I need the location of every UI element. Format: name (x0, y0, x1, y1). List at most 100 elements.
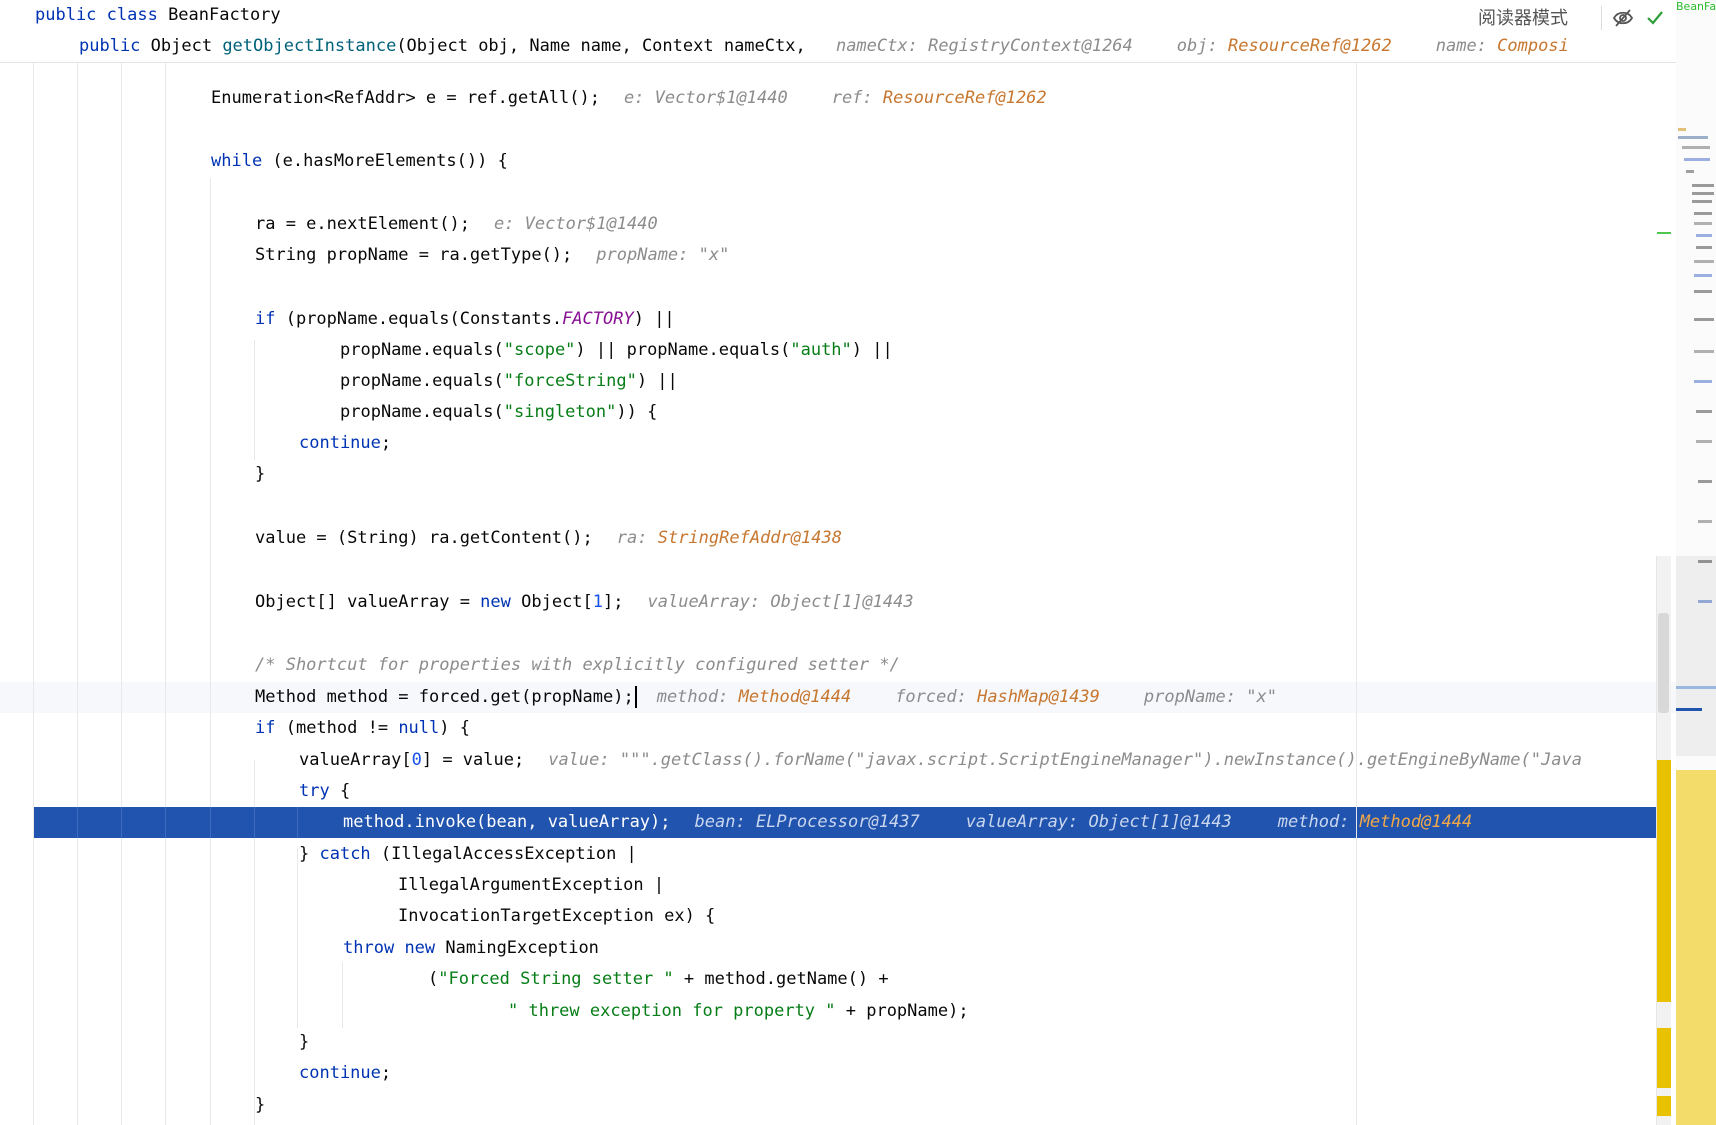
minimap[interactable]: BeanFa (1676, 0, 1716, 1125)
code-line[interactable]: /* Shortcut for properties with explicit… (0, 650, 1716, 681)
reader-mode-button[interactable]: 阅读器模式 (1478, 6, 1568, 32)
code-text: propName.equals( (340, 340, 504, 360)
sticky-method-line[interactable]: public Object getObjectInstance(Object o… (0, 31, 1716, 62)
indent-guide (165, 62, 166, 1125)
code-line[interactable]: if (method != null) { (0, 713, 1716, 744)
checkmark-icon[interactable] (1645, 8, 1665, 28)
toolbar-separator (1601, 6, 1602, 30)
inline-hint: propName: "x" (596, 245, 730, 265)
code-text: InvocationTargetException ex) { (398, 906, 716, 926)
code-text: (IllegalAccessException | (370, 844, 637, 864)
string-literal: "Forced String setter " (438, 969, 674, 989)
sticky-scroll-header: public class BeanFactory public Object g… (0, 0, 1676, 63)
code-line[interactable]: propName.equals("singleton")) { (0, 397, 1716, 428)
code-line[interactable]: Object[] valueArray = new Object[1]; valu… (0, 587, 1716, 618)
inline-hint-value: HashMap@1439 (977, 687, 1100, 707)
code-text: } (299, 1032, 310, 1052)
code-text: )) { (616, 402, 658, 422)
code-line[interactable]: } catch (IllegalAccessException | (0, 839, 1716, 870)
code-text: ) || (636, 371, 678, 391)
inline-hint: valueArray: Object[1]@1443 (965, 812, 1232, 832)
string-literal: "auth" (790, 340, 852, 360)
string-literal: " threw exception for property " (508, 1001, 836, 1021)
string-literal: "forceString" (503, 371, 637, 391)
code-line[interactable]: throw new NamingException (0, 933, 1716, 964)
code-text: + method.getName() + (673, 969, 889, 989)
code-line-execution-point[interactable]: method.invoke(bean, valueArray); bean: EL… (0, 807, 1716, 838)
static-field: FACTORY (562, 309, 634, 329)
hint-value: RegistryContext@1264 (928, 36, 1133, 56)
inline-hint: value: """.getClass().forName("javax.scr… (548, 750, 1582, 770)
code-text: (e.hasMoreElements()) { (262, 151, 508, 171)
class-name: BeanFactory (168, 5, 281, 25)
keyword: continue (299, 1063, 381, 1083)
code-line[interactable]: } (0, 1027, 1716, 1058)
code-line[interactable]: " threw exception for property " + propN… (0, 996, 1716, 1027)
code-text: Method method = forced.get(propName); (255, 687, 634, 707)
inline-hint: bean: ELProcessor@1437 (694, 812, 920, 832)
hint-value: Composi (1497, 36, 1569, 56)
code-text: NamingException (435, 938, 599, 958)
code-text: ; (380, 433, 392, 453)
change-marker (1657, 232, 1671, 234)
scrollbar-thumb[interactable] (1658, 613, 1669, 713)
hint-label: obj: (1176, 36, 1228, 56)
indent-guide (33, 62, 34, 1125)
indent-guide (210, 178, 211, 1125)
inline-hint-value: Method@1444 (738, 687, 852, 707)
code-text: ) || (633, 309, 675, 329)
code-line[interactable]: continue; (0, 428, 1716, 459)
code-text: { (329, 781, 351, 801)
inline-hint-value: ResourceRef@1262 (882, 88, 1047, 108)
text-caret (634, 686, 637, 708)
right-margin-guide (1356, 62, 1357, 1125)
code-line[interactable]: String propName = ra.getType(); propName:… (0, 240, 1716, 271)
inline-hint-value: StringRefAddr@1438 (657, 528, 842, 548)
code-line[interactable]: try { (0, 776, 1716, 807)
indent-guide (342, 962, 343, 1028)
keyword: new (480, 592, 511, 612)
scrollbar-highlight-marker (1657, 1028, 1671, 1088)
code-text: String propName = ra.getType(); (255, 245, 573, 265)
keyword: try (299, 781, 330, 801)
code-text: IllegalArgumentException | (398, 875, 665, 895)
code-line[interactable]: } (0, 459, 1716, 490)
code-text: + propName); (835, 1001, 969, 1021)
code-line[interactable]: Enumeration<RefAddr> e = ref.getAll(); e:… (0, 83, 1716, 114)
hint-label: name: (1435, 36, 1498, 56)
code-text: value = (String) ra.getContent(); (255, 528, 593, 548)
code-line[interactable]: propName.equals("forceString") || (0, 366, 1716, 397)
code-text: propName.equals( (340, 371, 504, 391)
code-text: ) { (439, 718, 470, 738)
code-text: } (255, 1095, 266, 1115)
code-line[interactable]: } (0, 1090, 1716, 1121)
number-literal: 1 (592, 592, 604, 612)
code-line[interactable]: ra = e.nextElement(); e: Vector$1@1440 (0, 209, 1716, 240)
class-keyword: public class (35, 5, 169, 25)
eye-crossed-icon[interactable] (1612, 8, 1634, 28)
code-text: Enumeration<RefAddr> e = ref.getAll(); (211, 88, 600, 108)
inline-hint: method: (1277, 812, 1360, 832)
method-modifier: public (79, 36, 151, 56)
keyword: if (255, 718, 276, 738)
indent-guide (297, 848, 298, 1028)
code-text: ] = value; (421, 750, 525, 770)
code-line[interactable]: value = (String) ra.getContent(); ra: Str… (0, 523, 1716, 554)
inline-hint: e: Vector$1@1440 (493, 214, 658, 234)
code-line[interactable]: InvocationTargetException ex) { (0, 901, 1716, 932)
string-literal: "scope" (503, 340, 576, 360)
code-line[interactable]: IllegalArgumentException | (0, 870, 1716, 901)
code-line[interactable]: valueArray[0] = value; value: """.getClas… (0, 745, 1716, 776)
code-line-current[interactable]: Method method = forced.get(propName); met… (0, 682, 1716, 713)
code-line[interactable]: continue; (0, 1058, 1716, 1089)
code-text: ( (428, 969, 439, 989)
keyword: while (211, 151, 263, 171)
code-line[interactable]: while (e.hasMoreElements()) { (0, 146, 1716, 177)
sticky-class-line[interactable]: public class BeanFactory (0, 0, 1711, 31)
code-line[interactable]: propName.equals("scope") || propName.equ… (0, 335, 1716, 366)
scrollbar-highlight-marker (1657, 1096, 1671, 1116)
indent-guide (121, 62, 122, 1125)
code-text: Object[] valueArray = (255, 592, 481, 612)
code-line[interactable]: ("Forced String setter " + method.getNam… (0, 964, 1716, 995)
code-line[interactable]: if (propName.equals(Constants.FACTORY) |… (0, 304, 1716, 335)
